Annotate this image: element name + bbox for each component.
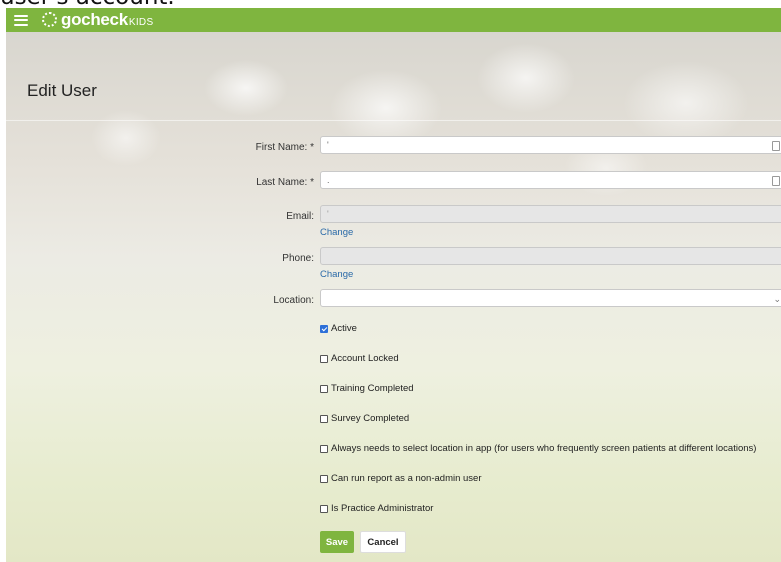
cancel-button[interactable]: Cancel (360, 531, 406, 553)
title-divider (6, 120, 781, 121)
caption-text: user's account. (0, 0, 781, 8)
brand-sub: KIDS (128, 17, 154, 28)
phone-label: Phone: (282, 253, 314, 264)
active-checkbox[interactable] (320, 324, 328, 333)
training-completed-label: Training Completed (331, 383, 414, 394)
training-completed-checkbox[interactable] (320, 384, 328, 393)
change-email-link[interactable]: Change (320, 227, 353, 238)
survey-completed-checkbox-row[interactable]: Survey Completed (320, 413, 409, 424)
app-window: gocheck KIDS Edit User First Name: * ' L… (6, 8, 781, 562)
practice-admin-checkbox-row[interactable]: Is Practice Administrator (320, 503, 433, 514)
contact-card-icon[interactable] (772, 141, 780, 151)
chevron-down-icon: ⌄ (773, 294, 781, 304)
location-select[interactable]: ⌄ (320, 289, 781, 307)
select-location-checkbox-row[interactable]: Always needs to select location in app (… (320, 443, 756, 454)
gocheck-logo-icon (42, 12, 57, 27)
email-value: ' (327, 209, 329, 219)
practice-admin-label: Is Practice Administrator (331, 503, 434, 514)
account-locked-checkbox[interactable] (320, 354, 328, 363)
active-checkbox-row[interactable]: Active (320, 323, 357, 334)
run-report-checkbox[interactable] (320, 474, 328, 483)
account-locked-checkbox-row[interactable]: Account Locked (320, 353, 399, 364)
run-report-label: Can run report as a non-admin user (331, 473, 482, 484)
survey-completed-label: Survey Completed (331, 413, 410, 424)
training-completed-checkbox-row[interactable]: Training Completed (320, 383, 414, 394)
top-navigation-bar: gocheck KIDS (6, 8, 781, 32)
contact-card-icon[interactable] (772, 176, 780, 186)
run-report-checkbox-row[interactable]: Can run report as a non-admin user (320, 473, 482, 484)
last-name-field[interactable]: . (320, 171, 781, 189)
brand-word: gocheck (61, 10, 128, 29)
survey-completed-checkbox[interactable] (320, 414, 328, 423)
first-name-value: ' (327, 140, 329, 150)
first-name-field[interactable]: ' (320, 136, 781, 154)
practice-admin-checkbox[interactable] (320, 504, 328, 513)
page-title: Edit User (27, 81, 97, 100)
first-name-label: First Name: * (255, 142, 314, 153)
last-name-label: Last Name: * (256, 177, 314, 188)
active-label: Active (331, 323, 357, 334)
email-label: Email: (286, 211, 314, 222)
email-field: ' (320, 205, 781, 223)
save-button[interactable]: Save (320, 531, 354, 553)
hamburger-menu-icon[interactable] (14, 14, 28, 26)
select-location-checkbox[interactable] (320, 444, 328, 453)
gocheck-logo[interactable]: gocheck KIDS (42, 10, 153, 30)
phone-field (320, 247, 781, 265)
account-locked-label: Account Locked (331, 353, 399, 364)
last-name-value: . (327, 175, 330, 185)
location-label: Location: (273, 295, 314, 306)
select-location-label: Always needs to select location in app (… (331, 443, 757, 454)
change-phone-link[interactable]: Change (320, 269, 353, 280)
